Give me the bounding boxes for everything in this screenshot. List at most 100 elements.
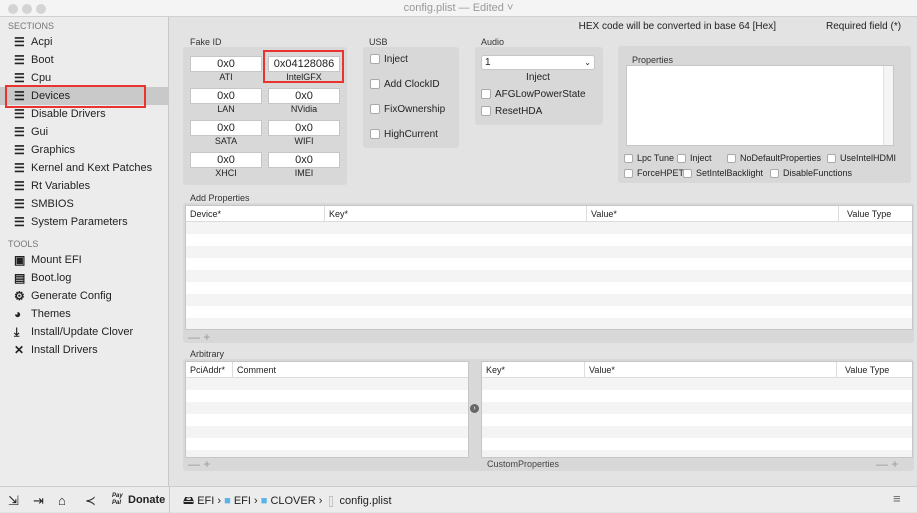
table-row[interactable] [186, 258, 912, 270]
window-title[interactable]: config.plist — Edited ˅ [0, 2, 917, 14]
table-row[interactable] [482, 426, 912, 438]
fake-id-ati-field[interactable]: 0x0 [190, 56, 262, 72]
properties-checkbox[interactable]: Lpc Tune [624, 153, 674, 164]
checkbox[interactable] [481, 106, 491, 117]
table-row[interactable] [186, 222, 912, 234]
table-row[interactable] [186, 402, 468, 414]
properties-checkbox[interactable]: NoDefaultProperties [727, 153, 821, 164]
properties-checkbox[interactable]: UseIntelHDMI [827, 153, 896, 164]
remove-button[interactable]: — [876, 457, 888, 471]
checkbox[interactable] [770, 169, 779, 179]
table-row[interactable] [186, 378, 468, 390]
add-properties-table[interactable]: Device* Key* Value* Value Type [185, 205, 913, 330]
breadcrumb-item[interactable]: EFI [234, 495, 251, 507]
sidebar-item-rt-variables[interactable]: ☰ Rt Variables [0, 177, 169, 195]
column-value-type[interactable]: Value Type [838, 206, 891, 222]
properties-checkbox[interactable]: SetIntelBacklight [683, 168, 763, 179]
table-row[interactable] [186, 450, 468, 457]
tool-item[interactable]: ⚙ Generate Config [0, 287, 169, 305]
checkbox[interactable] [370, 104, 380, 115]
table-row[interactable] [482, 450, 912, 457]
table-row[interactable] [186, 438, 468, 450]
custom-properties-table[interactable]: Key* Value* Value Type [481, 361, 913, 458]
tool-item[interactable]: ◕ Themes [0, 305, 169, 323]
sidebar-item-boot[interactable]: ☰ Boot [0, 51, 169, 69]
sidebar-item-graphics[interactable]: ☰ Graphics [0, 141, 169, 159]
table-row[interactable] [482, 414, 912, 426]
fake-id-imei-field[interactable]: 0x0 [268, 152, 340, 168]
checkbox[interactable] [677, 154, 686, 164]
table-row[interactable] [186, 234, 912, 246]
checkbox[interactable] [683, 169, 692, 179]
scrollbar[interactable] [883, 66, 893, 145]
home-icon[interactable]: ⌂ [58, 493, 66, 508]
breadcrumb-item[interactable]: config.plist [340, 495, 392, 507]
checkbox[interactable] [370, 79, 380, 90]
table-row[interactable] [186, 270, 912, 282]
usb-checkbox[interactable]: FixOwnership [370, 104, 445, 115]
properties-textarea[interactable] [626, 65, 894, 146]
table-row[interactable] [186, 390, 468, 402]
audio-checkbox[interactable]: ResetHDA [481, 106, 542, 117]
tool-item[interactable]: ✕ Install Drivers [0, 341, 169, 359]
checkbox[interactable] [624, 169, 633, 179]
table-row[interactable] [186, 282, 912, 294]
usb-checkbox[interactable]: HighCurrent [370, 129, 438, 140]
table-row[interactable] [482, 402, 912, 414]
checkbox[interactable] [370, 54, 380, 65]
column-pciaddr[interactable]: PciAddr* [186, 362, 225, 378]
breadcrumb-item[interactable]: EFI [197, 495, 214, 507]
table-row[interactable] [186, 246, 912, 258]
fake-id-lan-field[interactable]: 0x0 [190, 88, 262, 104]
sidebar-item-gui[interactable]: ☰ Gui [0, 123, 169, 141]
checkbox[interactable] [481, 89, 491, 100]
table-row[interactable] [186, 414, 468, 426]
sidebar-item-smbios[interactable]: ☰ SMBIOS [0, 195, 169, 213]
audio-checkbox[interactable]: AFGLowPowerState [481, 89, 586, 100]
properties-checkbox[interactable]: ForceHPET [624, 168, 684, 179]
checkbox[interactable] [624, 154, 633, 164]
checkbox[interactable] [727, 154, 736, 164]
column-key[interactable]: Key* [324, 206, 348, 222]
properties-checkbox[interactable]: DisableFunctions [770, 168, 852, 179]
checkbox[interactable] [370, 129, 380, 140]
menu-icon[interactable]: ≡ [893, 491, 901, 506]
add-button[interactable]: + [891, 457, 898, 471]
arbitrary-table[interactable]: PciAddr* Comment [185, 361, 469, 458]
table-row[interactable] [186, 306, 912, 318]
sidebar-item-acpi[interactable]: ☰ Acpi [0, 33, 169, 51]
sidebar-item-system-parameters[interactable]: ☰ System Parameters [0, 213, 169, 231]
donate-button[interactable]: Donate [128, 494, 165, 506]
table-row[interactable] [186, 294, 912, 306]
table-row[interactable] [482, 378, 912, 390]
usb-checkbox[interactable]: Add ClockID [370, 79, 440, 90]
column-value[interactable]: Value* [586, 206, 617, 222]
table-row[interactable] [186, 426, 468, 438]
breadcrumb-item[interactable]: CLOVER [270, 495, 315, 507]
column-device[interactable]: Device* [186, 206, 221, 222]
table-row[interactable] [482, 438, 912, 450]
column-value[interactable]: Value* [584, 362, 615, 378]
sidebar-item-kernel-and-kext-patches[interactable]: ☰ Kernel and Kext Patches [0, 159, 169, 177]
fake-id-sata-field[interactable]: 0x0 [190, 120, 262, 136]
arrow-right-icon[interactable]: › [470, 404, 479, 413]
fake-id-wifi-field[interactable]: 0x0 [268, 120, 340, 136]
checkbox[interactable] [827, 154, 836, 164]
add-button[interactable]: + [203, 330, 210, 344]
properties-checkbox[interactable]: Inject [677, 153, 712, 164]
audio-inject-select[interactable]: 1 ⌄ [481, 55, 595, 70]
column-value-type[interactable]: Value Type [836, 362, 889, 378]
table-row[interactable] [186, 318, 912, 329]
column-key[interactable]: Key* [482, 362, 505, 378]
remove-button[interactable]: — [188, 457, 200, 471]
tool-item[interactable]: ▣ Mount EFI [0, 251, 169, 269]
remove-button[interactable]: — [188, 330, 200, 344]
column-comment[interactable]: Comment [232, 362, 276, 378]
fake-id-xhci-field[interactable]: 0x0 [190, 152, 262, 168]
tool-item[interactable]: ⤓ Install/Update Clover [0, 323, 169, 341]
tool-item[interactable]: ▤ Boot.log [0, 269, 169, 287]
share-icon[interactable]: ≺ [85, 493, 96, 509]
usb-checkbox[interactable]: Inject [370, 54, 408, 65]
add-button[interactable]: + [203, 457, 210, 471]
table-row[interactable] [482, 390, 912, 402]
